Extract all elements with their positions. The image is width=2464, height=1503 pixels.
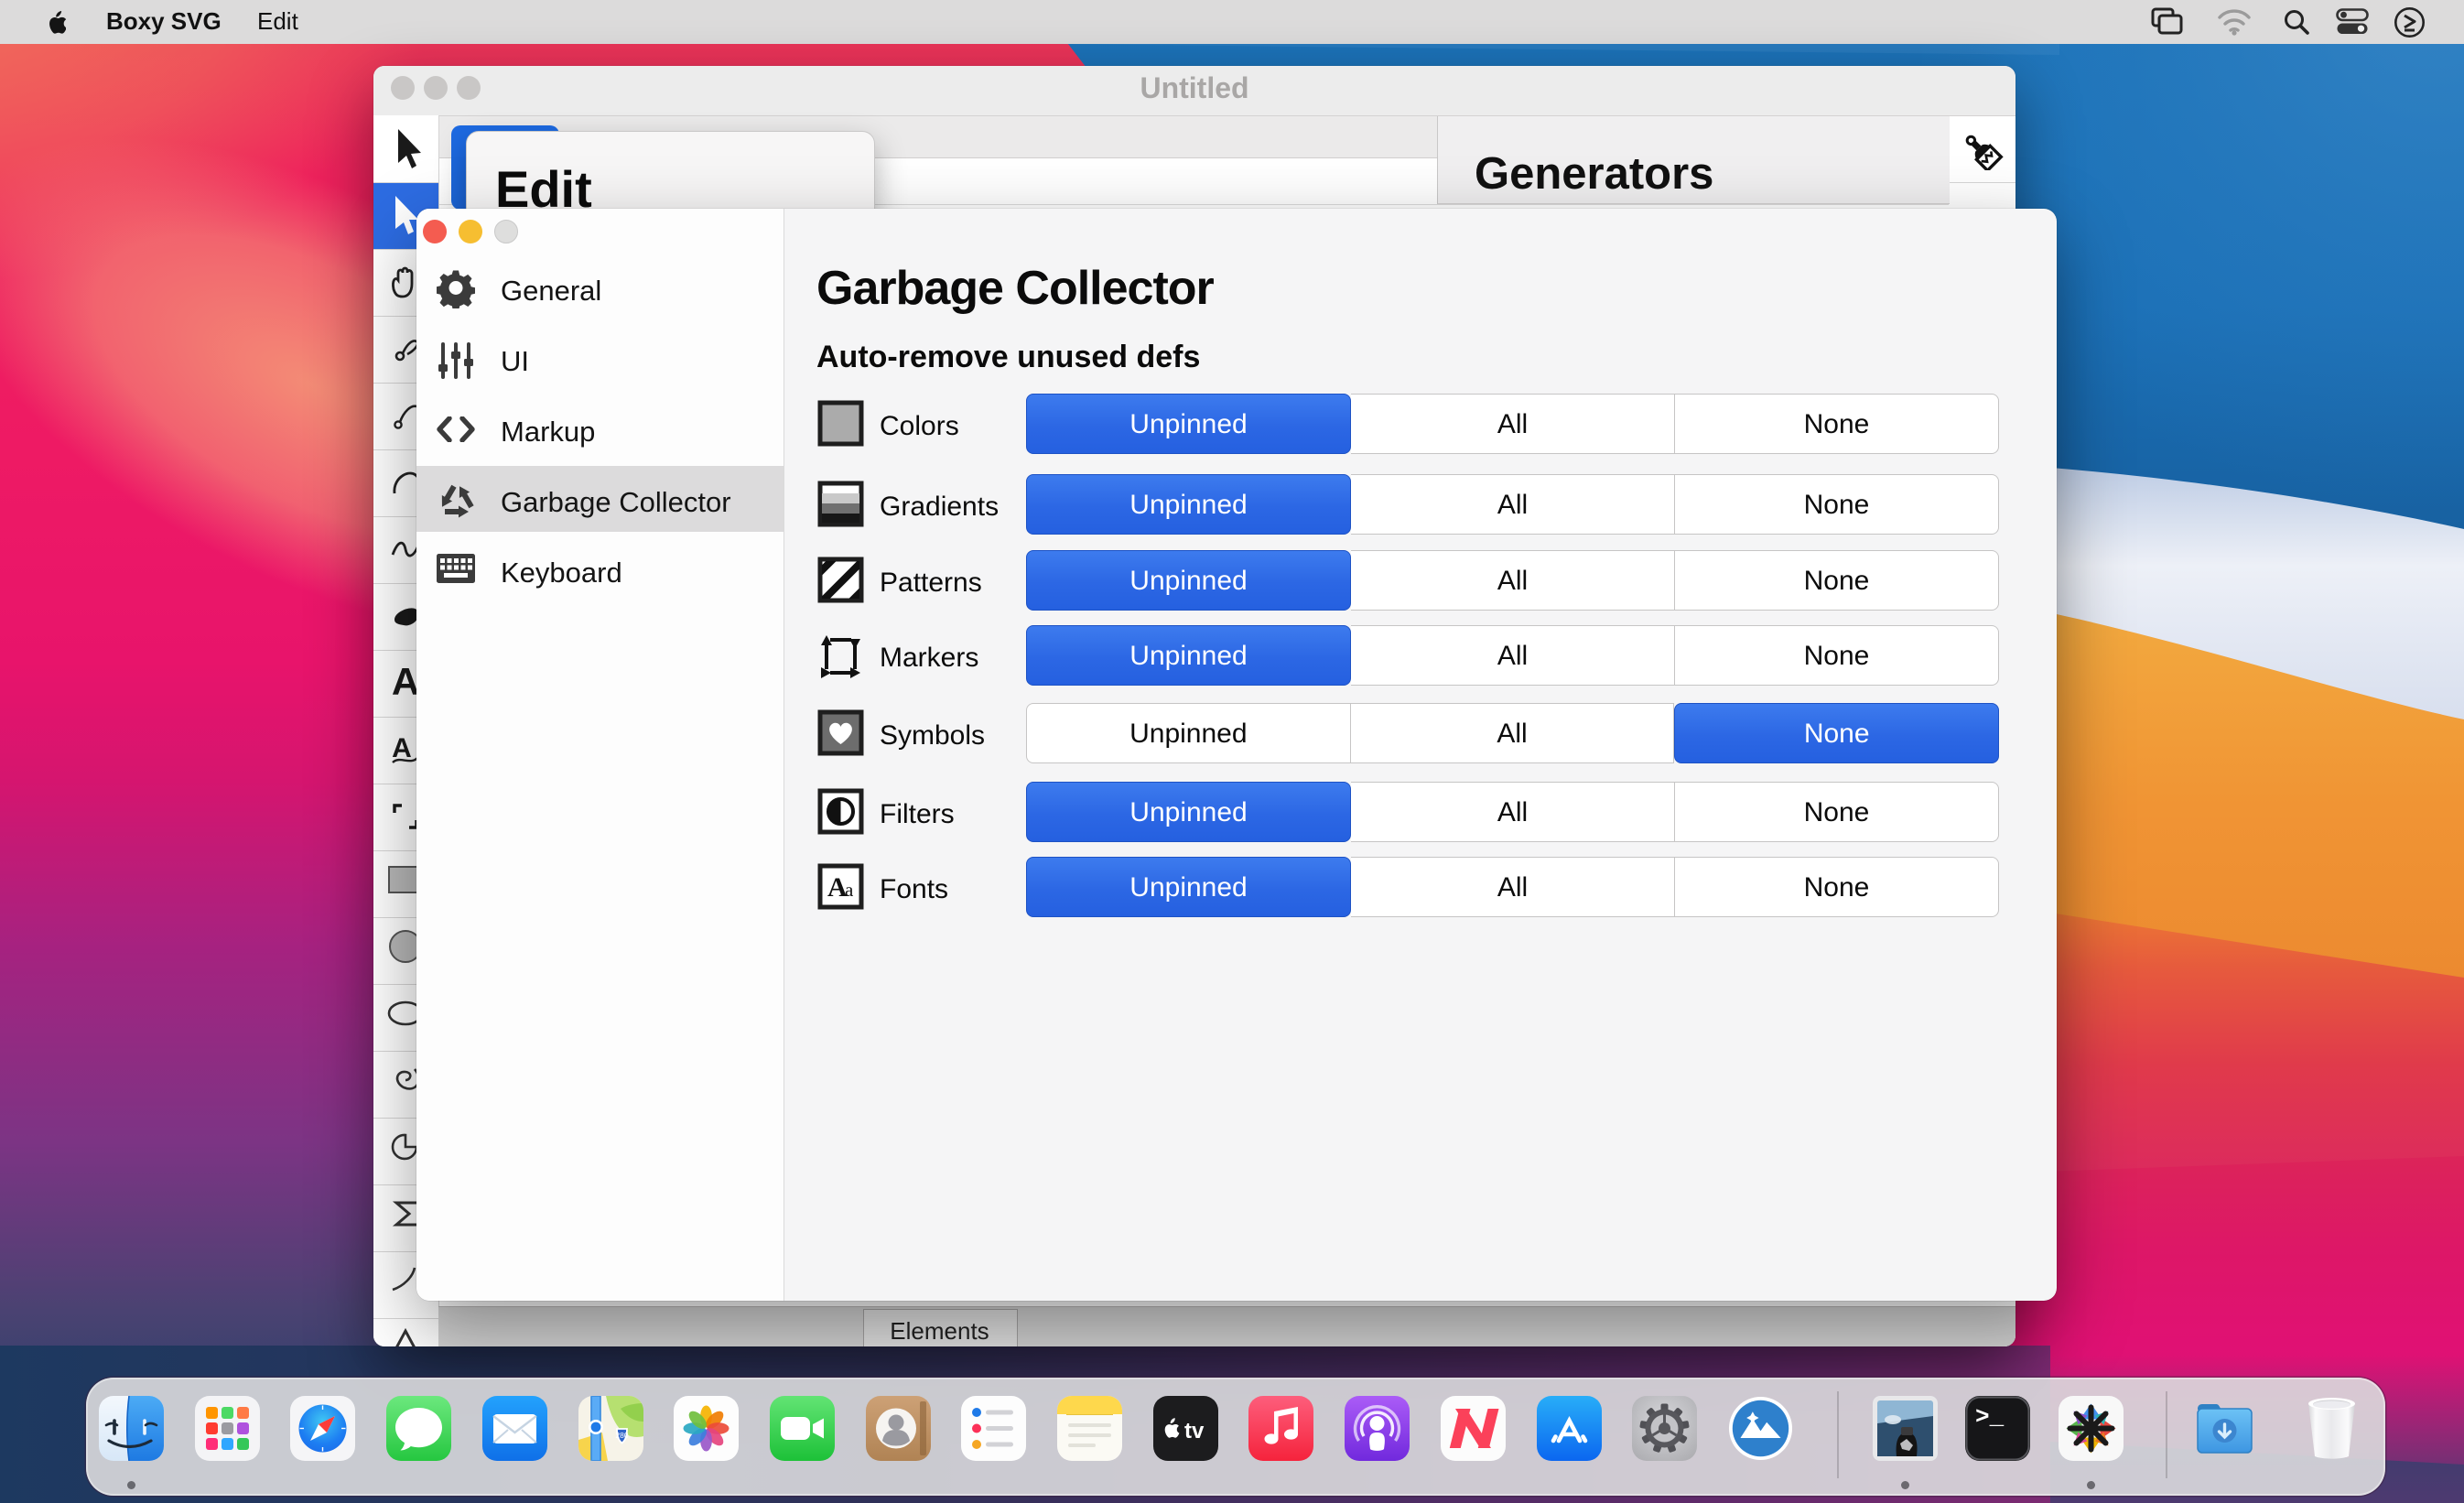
svg-text:a: a [845,879,854,901]
svg-text:>_: >_ [1975,1403,2005,1431]
svg-text:A: A [392,660,419,703]
svg-text:tv: tv [1184,1419,1205,1444]
svg-text:280: 280 [615,1431,628,1440]
